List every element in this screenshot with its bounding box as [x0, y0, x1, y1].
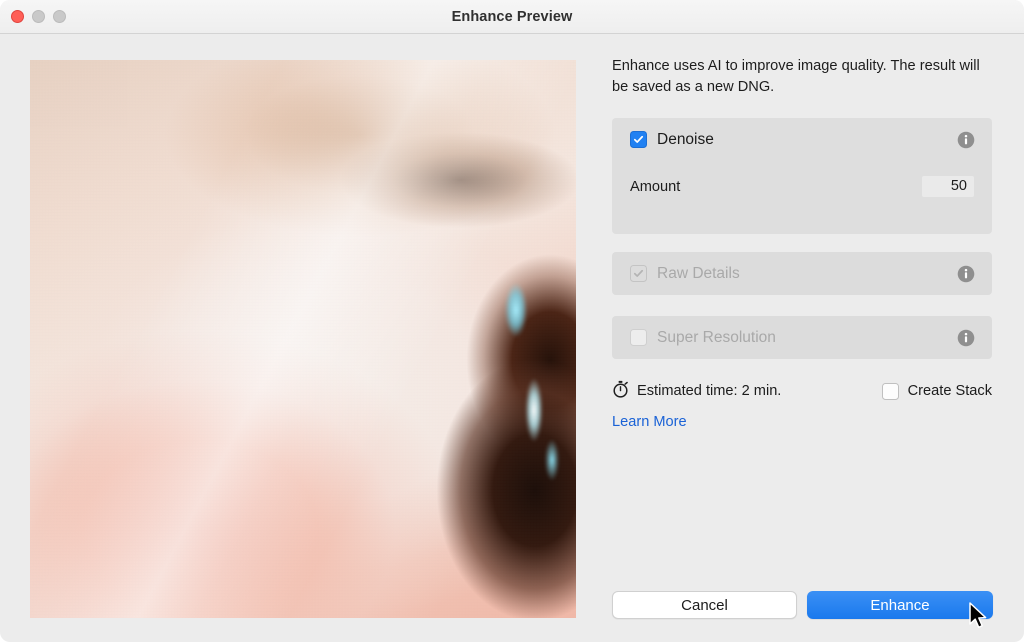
denoise-row[interactable]: Denoise [612, 118, 992, 161]
create-stack-group[interactable]: Create Stack [882, 383, 992, 400]
create-stack-label: Create Stack [908, 383, 992, 399]
super-resolution-option-card: Super Resolution [612, 316, 992, 359]
amount-label: Amount [630, 179, 680, 195]
estimated-time-label: Estimated time: 2 min. [637, 383, 781, 399]
enhance-button[interactable]: Enhance [807, 591, 993, 619]
panel-description: Enhance uses AI to improve image quality… [612, 56, 992, 98]
denoise-option-card: Denoise Amount 50 [612, 118, 992, 234]
stopwatch-icon [612, 380, 629, 403]
raw-details-checkbox [630, 265, 647, 282]
super-resolution-row: Super Resolution [612, 316, 992, 359]
amount-value-field[interactable]: 50 [922, 176, 974, 197]
cancel-button[interactable]: Cancel [612, 591, 797, 619]
learn-more-link[interactable]: Learn More [612, 414, 687, 430]
meta-row: Estimated time: 2 min. Create Stack [612, 379, 992, 403]
info-icon[interactable] [957, 329, 975, 347]
raw-details-label: Raw Details [657, 265, 740, 283]
settings-panel: Enhance uses AI to improve image quality… [612, 56, 992, 98]
raw-details-option-card: Raw Details [612, 252, 992, 295]
denoise-checkbox[interactable] [630, 131, 647, 148]
denoise-label: Denoise [657, 131, 714, 149]
raw-details-row: Raw Details [612, 252, 992, 295]
info-icon[interactable] [957, 265, 975, 283]
image-preview[interactable]: Enhanced [30, 60, 576, 618]
enhance-preview-window: Enhance Preview Enhanced Enhance uses AI… [0, 0, 1024, 642]
denoise-amount-row: Amount 50 [630, 178, 974, 204]
super-resolution-checkbox [630, 329, 647, 346]
window-title: Enhance Preview [0, 9, 1024, 25]
preview-photo-grain [30, 60, 576, 618]
mouse-cursor [968, 602, 990, 632]
super-resolution-label: Super Resolution [657, 329, 776, 347]
create-stack-checkbox[interactable] [882, 383, 899, 400]
title-bar: Enhance Preview [0, 0, 1024, 34]
info-icon[interactable] [957, 131, 975, 149]
